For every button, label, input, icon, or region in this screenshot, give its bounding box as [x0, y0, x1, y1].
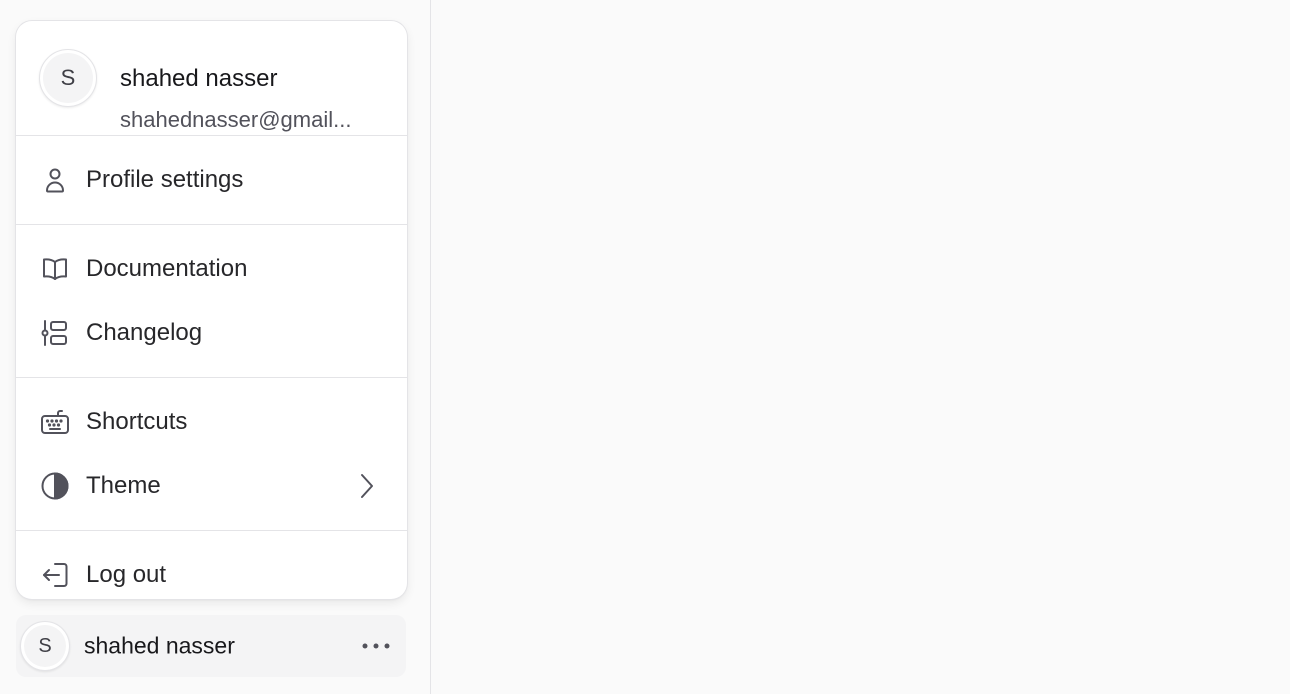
half-circle-icon: [39, 470, 71, 502]
sidebar-user-button[interactable]: S shahed nasser: [16, 615, 406, 677]
avatar-initial: S: [38, 634, 52, 657]
menu-user-header: S shahed nasser shahednasser@gmail...: [16, 21, 407, 135]
menu-group-account: Profile settings: [16, 136, 407, 224]
user-dropdown-menu: S shahed nasser shahednasser@gmail... Pr…: [16, 21, 407, 599]
chevron-right-icon: [351, 470, 383, 502]
menu-group-session: Log out: [16, 531, 407, 599]
menu-item-label: Shortcuts: [86, 408, 188, 435]
menu-group-resources: Documentation Changelog: [16, 225, 407, 377]
avatar: S: [39, 49, 97, 107]
user-icon: [39, 164, 71, 196]
avatar-initial: S: [60, 65, 76, 90]
keyboard-icon: [39, 406, 71, 438]
user-email: shahednasser@gmail...: [120, 107, 352, 132]
logout-icon: [39, 559, 71, 591]
ellipsis-icon[interactable]: [360, 630, 392, 662]
menu-item-label: Profile settings: [86, 166, 244, 193]
menu-item-log-out[interactable]: Log out: [16, 543, 407, 599]
menu-item-profile-settings[interactable]: Profile settings: [16, 148, 407, 212]
sidebar-user-name: shahed nasser: [84, 632, 235, 659]
menu-item-label: Log out: [86, 561, 167, 588]
sidebar: S shahed nasser shahednasser@gmail... Pr…: [0, 0, 431, 694]
menu-group-preferences: Shortcuts Theme: [16, 378, 407, 530]
menu-item-label: Documentation: [86, 255, 248, 282]
menu-item-label: Theme: [86, 472, 161, 499]
menu-item-label: Changelog: [86, 319, 203, 346]
user-name: shahed nasser: [120, 65, 278, 92]
menu-item-shortcuts[interactable]: Shortcuts: [16, 390, 407, 454]
timeline-icon: [39, 317, 71, 349]
menu-item-documentation[interactable]: Documentation: [16, 237, 407, 301]
main-content: [432, 0, 1290, 694]
menu-item-theme[interactable]: Theme: [16, 454, 407, 518]
avatar: S: [20, 621, 70, 671]
book-icon: [39, 253, 71, 285]
menu-item-changelog[interactable]: Changelog: [16, 301, 407, 365]
